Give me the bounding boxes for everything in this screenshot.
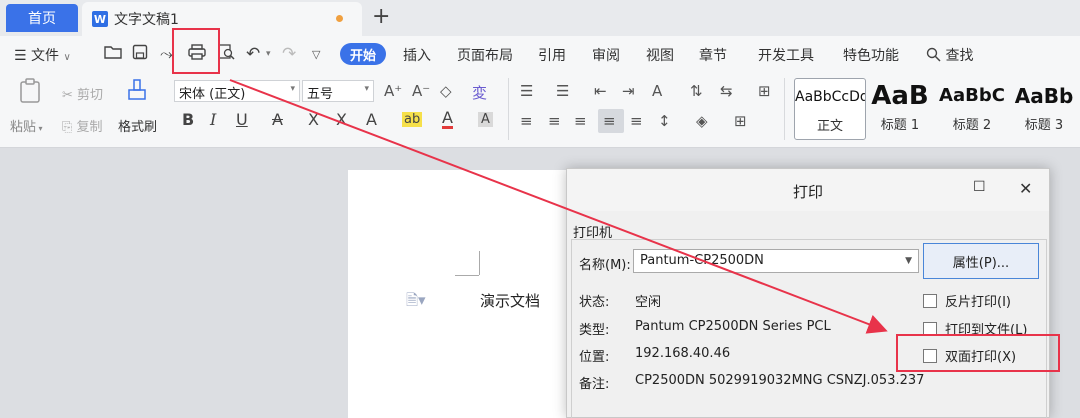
annotation-arrow <box>229 79 888 334</box>
